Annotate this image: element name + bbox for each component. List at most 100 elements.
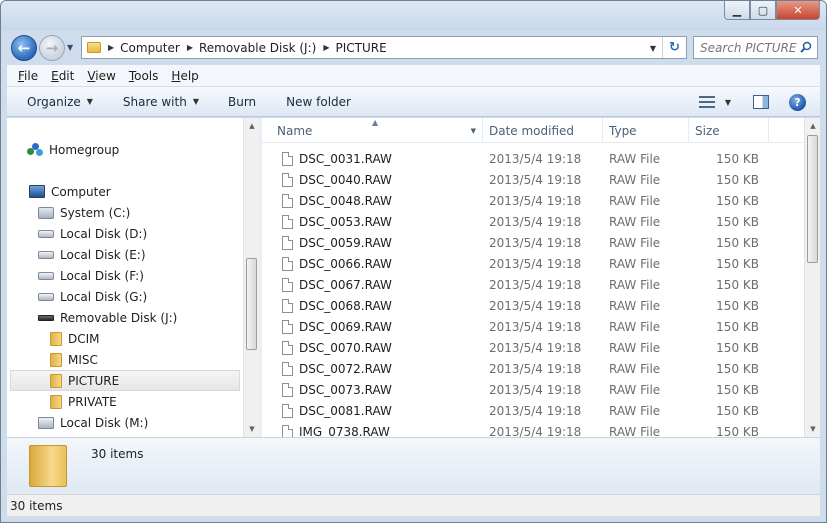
network-drive-icon <box>38 416 54 429</box>
search-box[interactable] <box>693 36 818 59</box>
scroll-thumb[interactable] <box>246 258 257 350</box>
file-type: RAW File <box>609 319 661 334</box>
chevron-down-icon[interactable]: ▼ <box>471 127 476 135</box>
minimize-button[interactable]: ▁ <box>724 1 750 20</box>
file-icon <box>282 214 293 229</box>
view-options-dropdown[interactable]: ▼ <box>725 98 731 107</box>
address-dropdown-icon[interactable]: ▼ <box>650 44 656 53</box>
nav-item-picture[interactable]: PICTURE <box>10 370 240 391</box>
nav-item-label: Local Disk (M:) <box>60 415 149 430</box>
file-icon <box>282 172 293 187</box>
file-row[interactable]: DSC_0040.RAW 2013/5/4 19:18 RAW File 150 KB <box>282 169 759 190</box>
nav-item-label: System (C:) <box>60 205 131 220</box>
column-header-name[interactable]: ▲ Name ▼ <box>262 118 483 143</box>
back-button[interactable]: ← <box>11 35 37 61</box>
organize-button[interactable]: Organize ▼ <box>27 95 93 109</box>
file-row[interactable]: DSC_0031.RAW 2013/5/4 19:18 RAW File 150 KB <box>282 148 759 169</box>
forward-button[interactable]: → <box>39 35 65 61</box>
file-row[interactable]: DSC_0048.RAW 2013/5/4 19:18 RAW File 150 KB <box>282 190 759 211</box>
menu-bar: File Edit View Tools Help <box>7 65 820 87</box>
scroll-thumb[interactable] <box>807 135 818 263</box>
file-date-modified: 2013/5/4 19:18 <box>489 172 582 187</box>
chevron-right-icon[interactable]: ▶ <box>108 43 114 52</box>
file-row[interactable]: DSC_0066.RAW 2013/5/4 19:18 RAW File 150 KB <box>282 253 759 274</box>
close-button[interactable]: ✕ <box>776 1 820 20</box>
breadcrumb-removable-disk[interactable]: Removable Disk (J:) <box>199 41 316 55</box>
scroll-down-icon[interactable]: ▼ <box>244 421 259 437</box>
file-row[interactable]: DSC_0069.RAW 2013/5/4 19:18 RAW File 150 KB <box>282 316 759 337</box>
column-header-label: Name <box>277 123 313 138</box>
file-row[interactable]: DSC_0067.RAW 2013/5/4 19:18 RAW File 150 KB <box>282 274 759 295</box>
breadcrumb-picture[interactable]: PICTURE <box>335 41 386 55</box>
file-list-scrollbar[interactable]: ▲ ▼ <box>804 118 820 437</box>
help-icon[interactable]: ? <box>789 93 806 111</box>
file-row[interactable]: DSC_0073.RAW 2013/5/4 19:18 RAW File 150 KB <box>282 379 759 400</box>
change-view-icon[interactable] <box>698 96 715 108</box>
folder-icon <box>50 394 62 409</box>
nav-item-local-disk-d[interactable]: Local Disk (D:) <box>38 223 147 244</box>
file-icon <box>282 382 293 397</box>
file-row[interactable]: DSC_0070.RAW 2013/5/4 19:18 RAW File 150 KB <box>282 337 759 358</box>
scroll-up-icon[interactable]: ▲ <box>244 118 259 134</box>
nav-item-local-disk-m[interactable]: Local Disk (M:) <box>38 412 148 433</box>
nav-item-local-disk-f[interactable]: Local Disk (F:) <box>38 265 144 286</box>
file-type: RAW File <box>609 277 661 292</box>
column-header-date[interactable]: Date modified <box>483 118 603 143</box>
refresh-icon[interactable]: ↻ <box>662 37 686 58</box>
file-row[interactable]: DSC_0053.RAW 2013/5/4 19:18 RAW File 150 KB <box>282 211 759 232</box>
details-pane: 30 items <box>7 437 820 494</box>
chevron-right-icon[interactable]: ▶ <box>187 43 193 52</box>
file-row[interactable]: DSC_0068.RAW 2013/5/4 19:18 RAW File 150 KB <box>282 295 759 316</box>
nav-scrollbar[interactable]: ▲ ▼ <box>243 118 259 437</box>
search-icon[interactable] <box>800 41 812 53</box>
folder-icon <box>50 331 62 346</box>
toolbar-right-group: ▼ ? <box>698 87 820 117</box>
file-icon <box>282 340 293 355</box>
menu-file[interactable]: File <box>18 69 38 83</box>
file-icon <box>282 361 293 376</box>
file-name: DSC_0073.RAW <box>299 382 392 397</box>
burn-button[interactable]: Burn <box>228 95 256 109</box>
nav-item-misc[interactable]: MISC <box>50 349 98 370</box>
file-row[interactable]: DSC_0081.RAW 2013/5/4 19:18 RAW File 150 KB <box>282 400 759 421</box>
file-row[interactable]: IMG_0738.RAW 2013/5/4 19:18 RAW File 150 KB <box>282 421 759 437</box>
nav-item-dcim[interactable]: DCIM <box>50 328 100 349</box>
maximize-button[interactable]: ▢ <box>750 1 776 20</box>
nav-item-private[interactable]: PRIVATE <box>50 391 117 412</box>
file-row[interactable]: DSC_0072.RAW 2013/5/4 19:18 RAW File 150 KB <box>282 358 759 379</box>
file-row[interactable]: DSC_0059.RAW 2013/5/4 19:18 RAW File 150 KB <box>282 232 759 253</box>
column-header-type[interactable]: Type <box>603 118 689 143</box>
file-type: RAW File <box>609 424 661 438</box>
nav-item-local-disk-g[interactable]: Local Disk (G:) <box>38 286 147 307</box>
share-with-button[interactable]: Share with ▼ <box>123 95 199 109</box>
menu-view[interactable]: View <box>87 69 115 83</box>
file-size: 150 KB <box>716 319 759 334</box>
nav-item-computer[interactable]: Computer <box>29 181 111 202</box>
menu-tools[interactable]: Tools <box>129 69 159 83</box>
address-bar[interactable]: ▶ Computer ▶ Removable Disk (J:) ▶ PICTU… <box>81 36 687 59</box>
file-name: DSC_0040.RAW <box>299 172 392 187</box>
recent-pages-dropdown[interactable]: ▼ <box>67 43 73 52</box>
new-folder-label: New folder <box>286 94 351 109</box>
file-name: DSC_0053.RAW <box>299 214 392 229</box>
file-date-modified: 2013/5/4 19:18 <box>489 277 582 292</box>
new-folder-button[interactable]: New folder <box>286 95 351 109</box>
scroll-up-icon[interactable]: ▲ <box>805 118 820 134</box>
nav-item-local-disk-e[interactable]: Local Disk (E:) <box>38 244 146 265</box>
chevron-right-icon[interactable]: ▶ <box>323 43 329 52</box>
column-header-size[interactable]: Size <box>689 118 769 143</box>
nav-item-label: Local Disk (G:) <box>60 289 148 304</box>
file-icon <box>282 235 293 250</box>
breadcrumb-computer[interactable]: Computer <box>120 41 180 55</box>
nav-item-homegroup[interactable]: Homegroup <box>27 139 119 160</box>
scroll-down-icon[interactable]: ▼ <box>805 421 820 437</box>
search-input[interactable] <box>700 40 800 55</box>
share-with-label: Share with <box>122 94 187 109</box>
menu-help[interactable]: Help <box>171 69 198 83</box>
nav-item-removable-disk-j[interactable]: Removable Disk (J:) <box>38 307 177 328</box>
nav-item-label: PICTURE <box>68 373 120 388</box>
preview-pane-icon[interactable] <box>753 95 769 109</box>
nav-item-system-c[interactable]: System (C:) <box>38 202 130 223</box>
menu-edit[interactable]: Edit <box>51 69 74 83</box>
homegroup-icon <box>27 142 43 157</box>
